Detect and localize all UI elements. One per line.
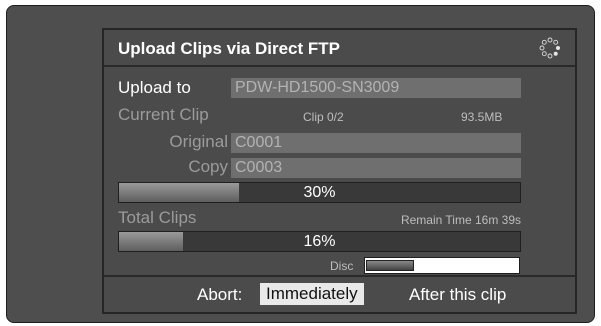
clip-progress-text: 30% (303, 184, 336, 201)
total-progress-text: 16% (303, 233, 336, 250)
busy-spinner-icon (539, 37, 560, 59)
disc-label: Disc (330, 259, 354, 273)
remain-time: Remain Time 16m 39s (400, 213, 521, 227)
clip-count: Clip 0/2 (303, 110, 344, 124)
original-label: Original (169, 132, 228, 151)
copy-field: C0003 (231, 158, 521, 178)
disc-capacity-used (366, 260, 414, 271)
dialog-footer: Abort: Immediately After this clip (104, 275, 575, 312)
total-clips-label: Total Clips (118, 208, 197, 227)
current-clip-label: Current Clip (118, 105, 209, 124)
monitor-screen: Upload Clips via Direct FTP Upload to PD… (6, 5, 595, 323)
clip-progress-bar: 30% (118, 182, 521, 203)
abort-after-clip-button[interactable]: After this clip (409, 285, 506, 305)
clip-size: 93.5MB (461, 110, 503, 124)
abort-immediately-button[interactable]: Immediately (260, 283, 364, 305)
copy-label: Copy (188, 157, 228, 176)
total-progress-bar: 16% (118, 231, 521, 252)
disc-capacity-bar (364, 257, 520, 274)
upload-to-label: Upload to (118, 78, 191, 97)
original-field: C0001 (231, 133, 521, 153)
dialog-title-bar: Upload Clips via Direct FTP (104, 30, 575, 67)
upload-clips-dialog: Upload Clips via Direct FTP Upload to PD… (102, 28, 577, 314)
abort-label: Abort: (197, 285, 243, 304)
dialog-title: Upload Clips via Direct FTP (118, 39, 340, 58)
upload-to-field: PDW-HD1500-SN3009 (231, 78, 521, 98)
